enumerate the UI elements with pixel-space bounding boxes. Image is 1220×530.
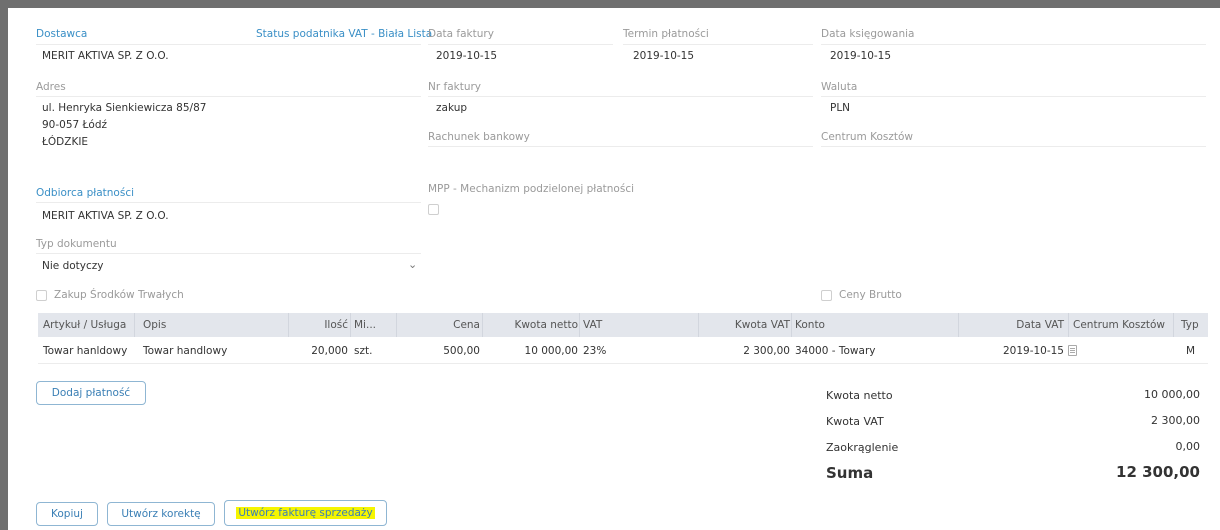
col-vat[interactable]: VAT xyxy=(583,313,602,337)
chevron-down-icon[interactable]: ⌄ xyxy=(408,258,417,271)
doc-type-label: Typ dokumentu xyxy=(36,238,117,250)
fixed-assets-checkbox[interactable] xyxy=(36,290,47,301)
cell-qty[interactable]: 20,000 xyxy=(288,339,348,363)
summary-total-label: Suma xyxy=(826,464,874,482)
address-line3: ŁÓDZKIE xyxy=(42,136,89,148)
create-sales-invoice-button[interactable]: Utwórz fakturę sprzedaży xyxy=(224,500,387,526)
col-unit[interactable]: Mi... xyxy=(354,313,376,337)
address-line1: ul. Henryka Sienkiewicza 85/87 xyxy=(42,102,207,114)
col-item[interactable]: Artykuł / Usługa xyxy=(43,313,126,337)
payee-name[interactable]: MERIT AKTIVA SP. Z O.O. xyxy=(42,210,169,222)
note-icon[interactable] xyxy=(1068,345,1077,356)
address-label: Adres xyxy=(36,81,66,93)
cost-center-label: Centrum Kosztów xyxy=(821,131,913,143)
summary-rounding-value: 0,00 xyxy=(1175,440,1201,453)
create-correction-button[interactable]: Utwórz korektę xyxy=(107,502,215,526)
fixed-assets-label: Zakup Środków Trwałych xyxy=(54,289,184,301)
invoice-form: Dostawca Status podatnika VAT - Biała Li… xyxy=(8,8,1220,530)
cell-unit[interactable]: szt. xyxy=(354,339,372,363)
col-vat-date[interactable]: Data VAT xyxy=(958,313,1064,337)
cell-vat-date[interactable]: 2019-10-15 xyxy=(958,339,1064,363)
invoice-date-field[interactable]: 2019-10-15 xyxy=(436,50,497,62)
summary-total-value: 12 300,00 xyxy=(1116,463,1200,481)
add-payment-button[interactable]: Dodaj płatność xyxy=(36,381,146,405)
gross-prices-label: Ceny Brutto xyxy=(839,289,902,301)
doc-type-select[interactable]: Nie dotyczy xyxy=(42,260,104,272)
posting-date-field[interactable]: 2019-10-15 xyxy=(830,50,891,62)
col-price[interactable]: Cena xyxy=(396,313,480,337)
summary-vat-value: 2 300,00 xyxy=(1151,414,1200,427)
cell-desc[interactable]: Towar handlowy xyxy=(143,339,227,363)
col-cost-center[interactable]: Centrum Kosztów xyxy=(1073,313,1165,337)
mpp-label: MPP - Mechanizm podzielonej płatności xyxy=(428,183,635,195)
cell-net[interactable]: 10 000,00 xyxy=(482,339,578,363)
summary-net-value: 10 000,00 xyxy=(1144,388,1200,401)
vat-status-link[interactable]: Status podatnika VAT - Biała Lista xyxy=(256,28,432,40)
mpp-checkbox[interactable] xyxy=(428,204,439,215)
vendor-name[interactable]: MERIT AKTIVA SP. Z O.O. xyxy=(42,50,169,62)
col-desc[interactable]: Opis xyxy=(143,313,166,337)
cell-item[interactable]: Towar hanldowy xyxy=(43,339,127,363)
col-vat-amount[interactable]: Kwota VAT xyxy=(698,313,790,337)
cell-vat[interactable]: 23% xyxy=(583,339,606,363)
currency-field[interactable]: PLN xyxy=(830,102,850,114)
bank-account-label: Rachunek bankowy xyxy=(428,131,530,143)
summary-vat-label: Kwota VAT xyxy=(826,415,884,428)
cell-vat-amount[interactable]: 2 300,00 xyxy=(698,339,790,363)
table-row[interactable]: Towar hanldowy Towar handlowy 20,000 szt… xyxy=(38,339,1208,364)
currency-label: Waluta xyxy=(821,81,858,93)
create-sales-invoice-label: Utwórz fakturę sprzedaży xyxy=(236,507,375,519)
invoice-number-label: Nr faktury xyxy=(428,81,482,93)
gross-prices-checkbox[interactable] xyxy=(821,290,832,301)
invoice-number-field[interactable]: zakup xyxy=(436,102,467,114)
summary-rounding-label: Zaokrąglenie xyxy=(826,441,899,454)
address-line2: 90-057 Łódź xyxy=(42,119,108,131)
due-date-field[interactable]: 2019-10-15 xyxy=(633,50,694,62)
col-net[interactable]: Kwota netto xyxy=(482,313,578,337)
cell-price[interactable]: 500,00 xyxy=(396,339,480,363)
payee-label[interactable]: Odbiorca płatności xyxy=(36,187,134,199)
items-table-header: Artykuł / Usługa Opis Ilość Mi... Cena K… xyxy=(38,313,1208,337)
col-qty[interactable]: Ilość xyxy=(288,313,348,337)
due-date-label: Termin płatności xyxy=(623,28,709,40)
col-account[interactable]: Konto xyxy=(795,313,825,337)
cell-type[interactable]: M xyxy=(1186,339,1195,363)
invoice-date-label: Data faktury xyxy=(428,28,494,40)
cell-account[interactable]: 34000 - Towary xyxy=(795,339,875,363)
col-type[interactable]: Typ xyxy=(1181,313,1199,337)
vendor-label[interactable]: Dostawca xyxy=(36,28,87,40)
summary-net-label: Kwota netto xyxy=(826,389,893,402)
posting-date-label: Data księgowania xyxy=(821,28,915,40)
copy-button[interactable]: Kopiuj xyxy=(36,502,98,526)
